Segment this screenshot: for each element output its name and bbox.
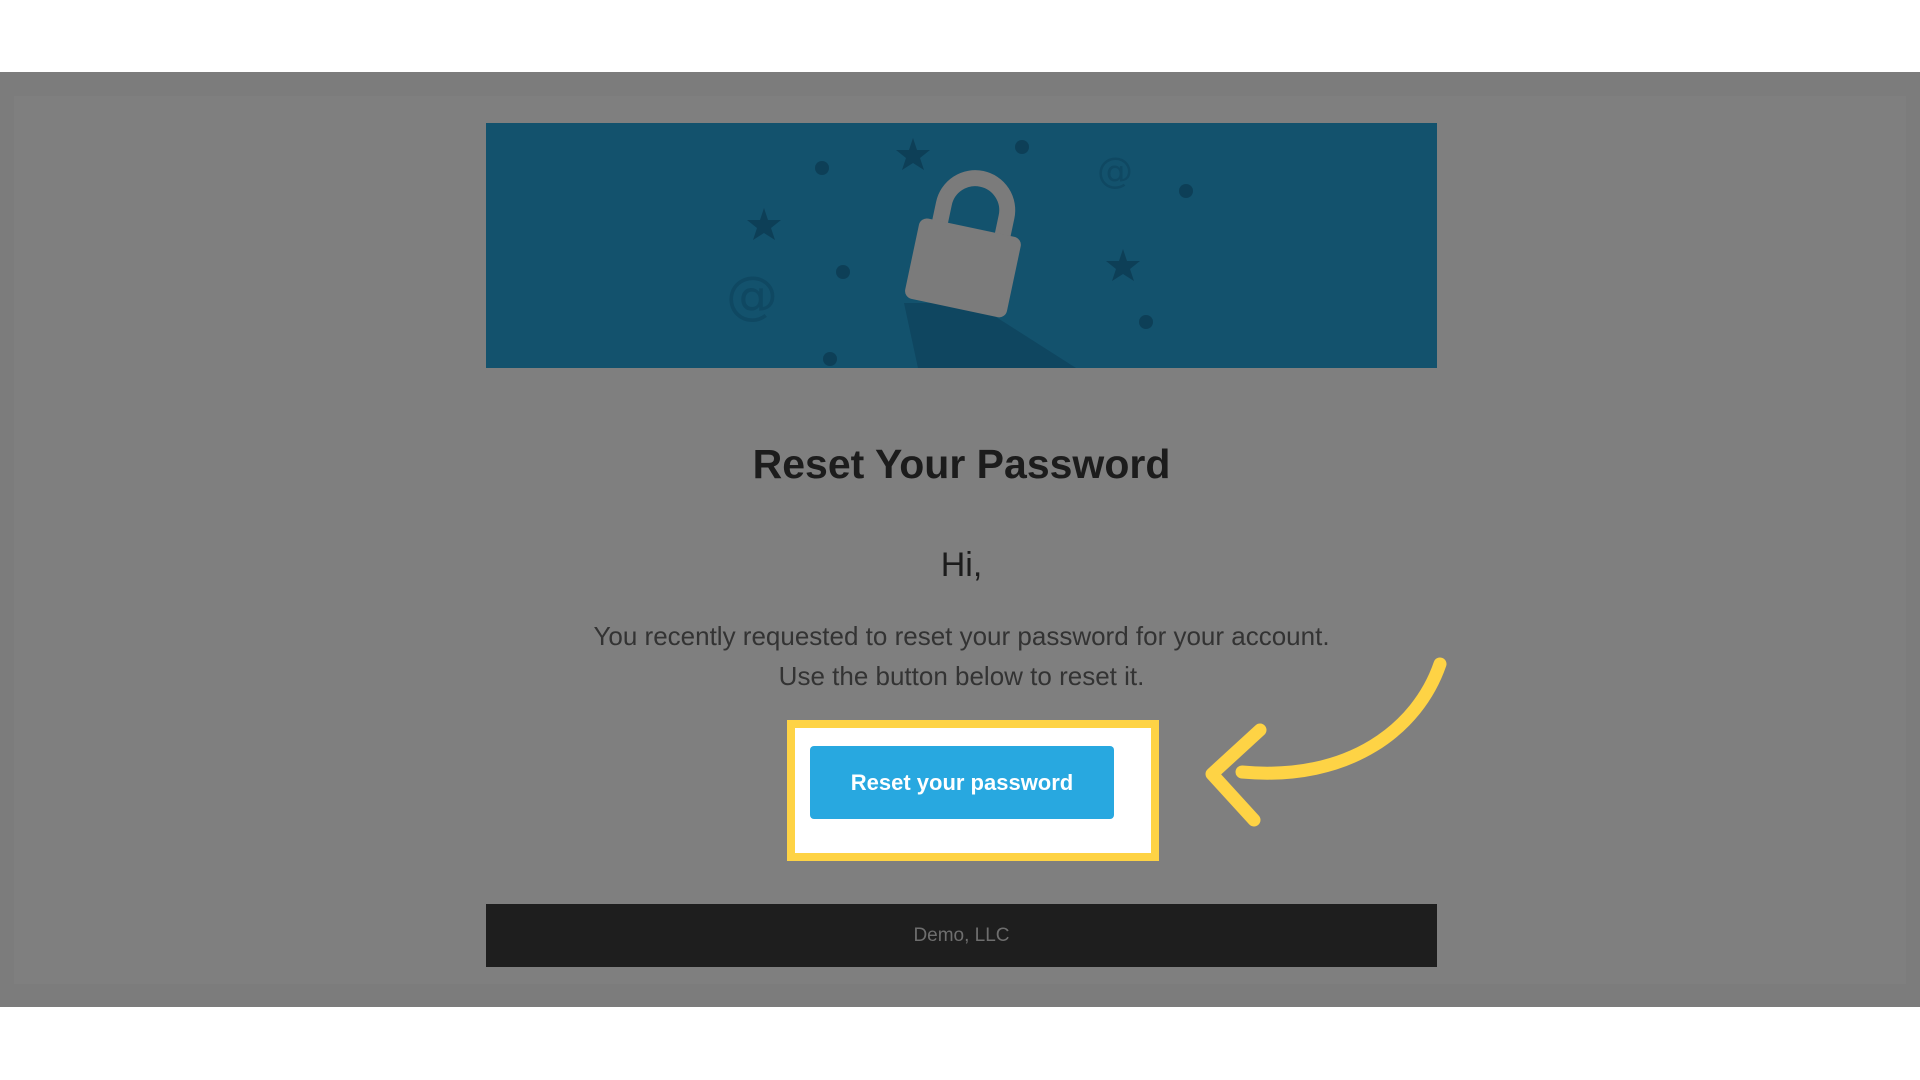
at-sign-icon: @: [1097, 151, 1133, 192]
dot-icon: [1139, 315, 1153, 329]
dot-icon: [1015, 140, 1029, 154]
greeting-text: Hi,: [940, 546, 983, 584]
email-footer: Demo, LLC: [486, 904, 1437, 967]
lock-icon: [905, 170, 1021, 318]
star-icon: [747, 208, 781, 240]
dot-icon: [1179, 184, 1193, 198]
page-title: Reset Your Password: [752, 441, 1171, 487]
pointer-arrow-icon: [1205, 657, 1447, 827]
at-sign-icon: @: [726, 266, 778, 326]
dot-icon: [815, 161, 829, 175]
reset-password-button[interactable]: Reset your password: [810, 746, 1114, 819]
banner-illustration: @ @: [726, 138, 1193, 368]
star-icon: [1106, 249, 1140, 281]
dimmed-overlay: @ @ Reset Your Password Hi, You recently…: [0, 72, 1920, 1007]
instructions-line-1: You recently requested to reset your pas…: [593, 621, 1330, 651]
dot-icon: [836, 265, 850, 279]
footer-company-name: Demo, LLC: [913, 925, 1010, 946]
email-banner: @ @: [486, 123, 1437, 368]
dot-icon: [823, 352, 837, 366]
star-icon: [896, 138, 930, 170]
